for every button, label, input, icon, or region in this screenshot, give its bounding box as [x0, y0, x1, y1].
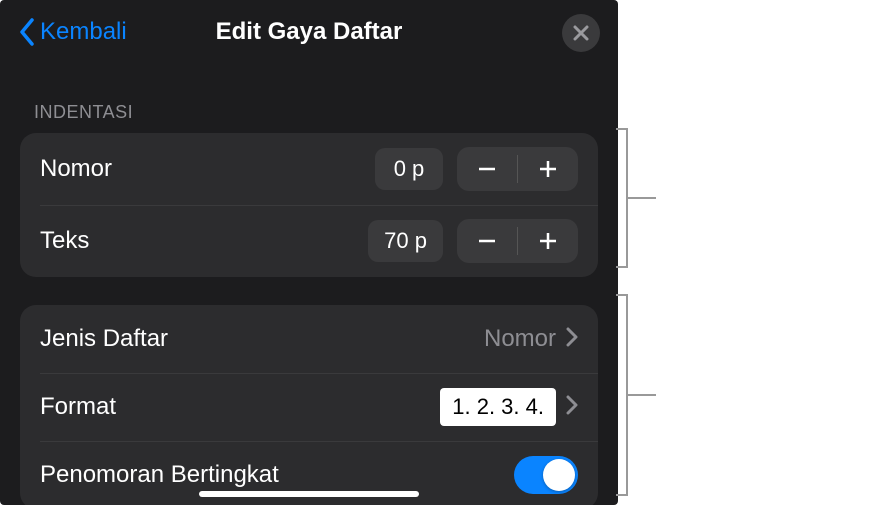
indent-number-row: Nomor 0 p: [20, 133, 598, 205]
back-label: Kembali: [40, 18, 127, 46]
indent-number-increment[interactable]: [518, 147, 578, 191]
indent-text-value[interactable]: 70 p: [368, 220, 443, 262]
plus-icon: [537, 158, 559, 180]
close-icon: [573, 25, 589, 41]
format-value: 1. 2. 3. 4.: [440, 388, 556, 426]
minus-icon: [476, 230, 498, 252]
indentation-group: Nomor 0 p Teks 70 p: [20, 133, 598, 277]
edit-list-style-panel: Kembali Edit Gaya Daftar INDENTASI Nomor…: [0, 0, 618, 505]
back-button[interactable]: Kembali: [18, 18, 127, 46]
close-button[interactable]: [562, 14, 600, 52]
indent-number-value[interactable]: 0 p: [375, 148, 443, 190]
format-label: Format: [40, 393, 440, 421]
indent-number-stepper: [457, 147, 578, 191]
list-type-value: Nomor: [484, 325, 556, 353]
indent-number-decrement[interactable]: [457, 147, 517, 191]
indent-text-label: Teks: [40, 227, 368, 255]
format-row[interactable]: Format 1. 2. 3. 4.: [20, 373, 598, 441]
tiered-numbering-toggle[interactable]: [514, 456, 578, 494]
callout-bracket-top: [626, 128, 628, 268]
list-type-label: Jenis Daftar: [40, 325, 484, 353]
plus-icon: [537, 230, 559, 252]
indent-number-label: Nomor: [40, 155, 375, 183]
indent-text-decrement[interactable]: [457, 219, 517, 263]
list-type-row[interactable]: Jenis Daftar Nomor: [20, 305, 598, 373]
minus-icon: [476, 158, 498, 180]
callout-bracket-bottom: [626, 294, 628, 496]
indent-text-row: Teks 70 p: [20, 205, 598, 277]
indent-text-increment[interactable]: [518, 219, 578, 263]
toggle-knob: [543, 459, 575, 491]
list-options-group: Jenis Daftar Nomor Format 1. 2. 3. 4. Pe…: [20, 305, 598, 505]
home-indicator: [199, 491, 419, 497]
chevron-left-icon: [18, 18, 36, 46]
indent-text-stepper: [457, 219, 578, 263]
chevron-right-icon: [566, 395, 578, 420]
tiered-numbering-label: Penomoran Bertingkat: [40, 461, 514, 489]
section-header-indentation: INDENTASI: [0, 64, 618, 133]
panel-header: Kembali Edit Gaya Daftar: [0, 0, 618, 64]
chevron-right-icon: [566, 327, 578, 352]
